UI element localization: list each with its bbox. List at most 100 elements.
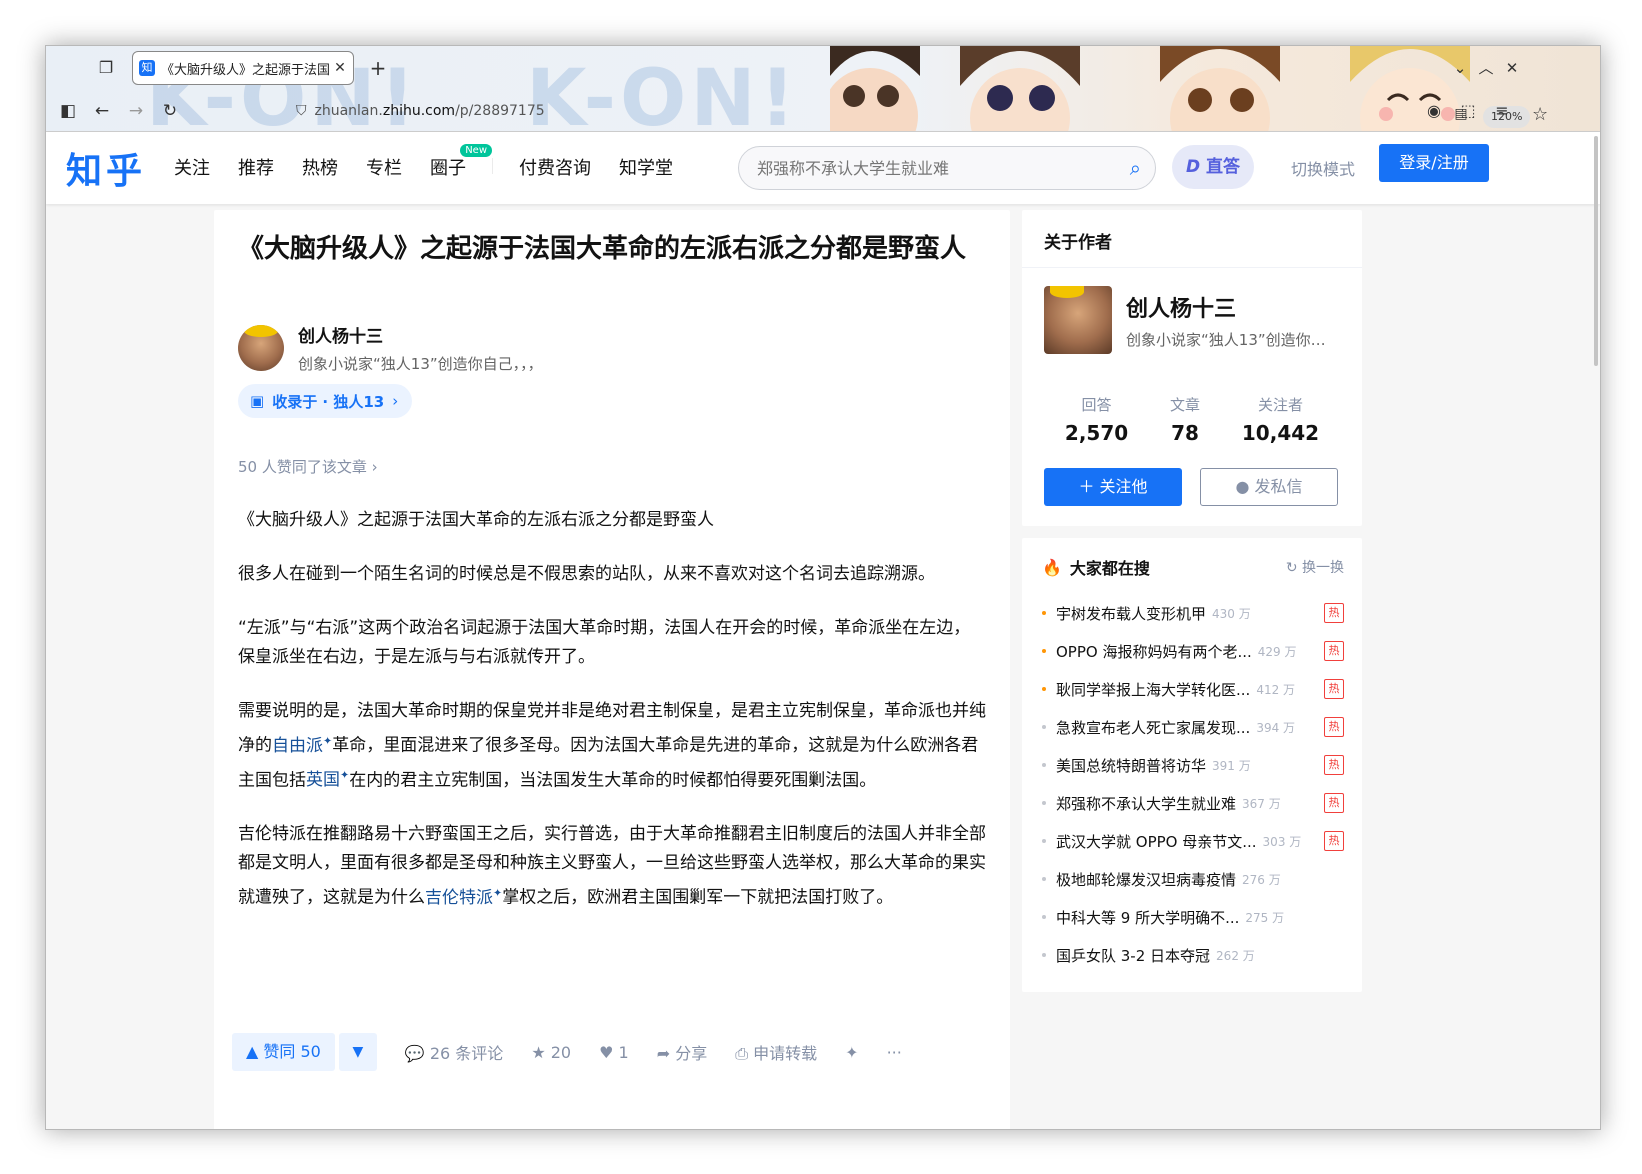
bookmark-star-icon[interactable]: ☆: [1532, 104, 1548, 125]
url-bar[interactable]: ⛉ zhuanlan.zhihu.com/p/28897175 ▤ 120% ☆: [296, 96, 1548, 128]
browser-chrome: K-ON! K-ON! ❐ 知 《大脑升级人》之起源于法国 ✕ + ⌄ ︿ ✕ …: [46, 46, 1600, 132]
forward-icon[interactable]: →: [124, 99, 148, 123]
list-item[interactable]: OPPO 海报称妈妈有两个老... 429 万热: [1042, 632, 1344, 670]
follow-button[interactable]: ＋ 关注他: [1044, 468, 1182, 506]
page-scrollbar[interactable]: [1594, 136, 1598, 366]
bookmark-icon: ▣: [250, 392, 265, 410]
minimize-icon[interactable]: ︿: [1474, 56, 1498, 80]
zhida-logo-icon: 𝘿: [1185, 157, 1207, 177]
nav-column[interactable]: 专栏: [366, 154, 402, 180]
login-button[interactable]: 登录/注册: [1379, 144, 1489, 182]
reprint-icon: ⎙: [735, 1044, 749, 1063]
zhida-button[interactable]: 𝘿 直答: [1172, 145, 1254, 189]
hot-badge: 热: [1324, 831, 1344, 851]
sidebar-toggle-icon[interactable]: ◧: [56, 99, 80, 123]
comments-button[interactable]: 💬 26 条评论: [405, 1040, 503, 1064]
article-body: 《大脑升级人》之起源于法国大革命的左派右派之分都是野蛮人 很多人在碰到一个陌生名…: [238, 506, 986, 938]
switch-mode-button[interactable]: 切换模式: [1291, 156, 1355, 180]
list-item[interactable]: 耿同学举报上海大学转化医... 412 万热: [1042, 670, 1344, 708]
stat-answers[interactable]: 回答 2,570: [1065, 394, 1128, 445]
list-item[interactable]: 美国总统特朗普将访华 391 万热: [1042, 746, 1344, 784]
chevron-down-icon[interactable]: ⌄: [1448, 56, 1472, 80]
like-button[interactable]: ♥ 1: [599, 1043, 629, 1062]
list-item[interactable]: 武汉大学就 OPPO 母亲节文... 303 万热: [1042, 822, 1344, 860]
about-info: 创人杨十三 创象小说家“独人13”创造你自己，，，: [1126, 291, 1326, 350]
refresh-button[interactable]: ↻ 换一换: [1286, 557, 1344, 577]
nav-follow[interactable]: 关注: [174, 154, 210, 180]
vote-down-button[interactable]: ▼: [338, 1033, 377, 1071]
hot-badge: 热: [1324, 793, 1344, 813]
collection-tag[interactable]: ▣ 收录于 · 独人13 ›: [238, 384, 413, 418]
list-item[interactable]: 郑强称不承认大学生就业难 367 万热: [1042, 784, 1344, 822]
about-author: 创人杨十三 创象小说家“独人13”创造你自己，，，: [1044, 286, 1326, 354]
author-bio: 创象小说家“独人13”创造你自己，，，: [298, 355, 543, 373]
list-item[interactable]: 宇树发布载人变形机甲 430 万热: [1042, 594, 1344, 632]
author-name[interactable]: 创人杨十三: [298, 322, 543, 347]
share-button[interactable]: ➦ 分享: [657, 1040, 708, 1064]
hot-search-title: 大家都在搜: [1069, 559, 1150, 578]
keyword-link[interactable]: 自由派✦: [272, 734, 332, 756]
paragraph: 很多人在碰到一个陌生名词的时候总是不假思索的站队，从来不喜欢对这个名词去追踪溯源…: [238, 564, 935, 584]
new-badge: New: [460, 144, 492, 157]
share-icon: ➦: [656, 1044, 671, 1063]
chat-bubble-icon: ●: [1235, 477, 1250, 496]
nav-divider: [492, 158, 493, 174]
tab-list-icon[interactable]: ❐: [94, 56, 118, 80]
message-button[interactable]: ● 发私信: [1200, 468, 1338, 506]
zhihu-favicon-icon: 知: [139, 60, 155, 76]
zhihu-logo[interactable]: 知乎: [66, 142, 146, 194]
nav-circle[interactable]: 圈子 New: [430, 144, 492, 180]
fire-icon: 🔥: [1042, 557, 1062, 577]
about-title: 关于作者: [1022, 210, 1362, 268]
search-box: ⌕: [738, 146, 1156, 190]
paragraph: 吉伦特派在推翻路易十六野蛮国王之后，实行普选，由于大革命推翻君主旧制度后的法国人…: [238, 824, 986, 908]
ai-sparkle-icon[interactable]: ✦: [845, 1043, 858, 1062]
active-tab[interactable]: 知 《大脑升级人》之起源于法国 ✕: [132, 51, 354, 85]
hot-search-header: 🔥 大家都在搜 ↻ 换一换: [1042, 554, 1344, 580]
nav-hot[interactable]: 热榜: [302, 154, 338, 180]
list-item[interactable]: 极地邮轮爆发汉坦病毒疫情 276 万: [1042, 860, 1344, 898]
close-window-icon[interactable]: ✕: [1500, 56, 1524, 80]
site-security-icon[interactable]: ⛉: [296, 103, 307, 119]
account-icon[interactable]: ◉: [1422, 99, 1446, 123]
reprint-button[interactable]: ⎙ 申请转载: [735, 1040, 817, 1064]
keyword-link[interactable]: 吉伦特派✦: [425, 886, 502, 908]
search-icon[interactable]: ⌕: [1130, 156, 1141, 180]
close-tab-icon[interactable]: ✕: [333, 60, 347, 76]
nav-recommend[interactable]: 推荐: [238, 154, 274, 180]
avatar[interactable]: [238, 325, 284, 371]
url-text: zhuanlan.zhihu.com/p/28897175: [314, 103, 545, 119]
back-icon[interactable]: ←: [90, 99, 114, 123]
vote-up-button[interactable]: ▲ 赞同 50: [232, 1033, 335, 1071]
list-item[interactable]: 国乒女队 3-2 日本夺冠 262 万: [1042, 936, 1344, 974]
list-item[interactable]: 急救宣布老人死亡家属发现... 394 万热: [1042, 708, 1344, 746]
list-item[interactable]: 中科大等 9 所大学明确不... 275 万: [1042, 898, 1344, 936]
new-tab-icon[interactable]: +: [366, 56, 390, 80]
article-actions: ▲ 赞同 50 ▼ 💬 26 条评论 ★ 20 ♥ 1 ➦ 分享 ⎙ 申请转载 …: [232, 1032, 902, 1072]
about-author-card: 关于作者 创人杨十三 创象小说家“独人13”创造你自己，，， 回答 2,570 …: [1022, 210, 1362, 526]
reload-icon[interactable]: ↻: [158, 99, 182, 123]
paragraph: 《大脑升级人》之起源于法国大革命的左派右派之分都是野蛮人: [238, 510, 714, 530]
stat-followers[interactable]: 关注者 10,442: [1242, 394, 1319, 445]
more-button[interactable]: ···: [887, 1043, 902, 1062]
nav-zhixuetang[interactable]: 知学堂: [619, 154, 673, 180]
main-nav: 关注 推荐 热榜 专栏 圈子 New 付费咨询 知学堂: [174, 144, 701, 180]
address-row: ◧ ← → ↻ ⛉ zhuanlan.zhihu.com/p/28897175 …: [46, 90, 1600, 131]
article-title: 《大脑升级人》之起源于法国大革命的左派右派之分都是野蛮人: [238, 234, 967, 264]
about-author-name[interactable]: 创人杨十三: [1126, 291, 1326, 323]
nav-paid-consult[interactable]: 付费咨询: [519, 154, 591, 180]
voters-link[interactable]: 50 人赞同了该文章 ›: [238, 456, 378, 477]
chevron-right-icon: ›: [392, 392, 399, 410]
keyword-link[interactable]: 英国✦: [306, 769, 349, 791]
stat-articles[interactable]: 文章 78: [1170, 394, 1200, 445]
favorite-button[interactable]: ★ 20: [531, 1043, 571, 1062]
menu-icon[interactable]: ≡: [1490, 99, 1514, 123]
author-row: 创人杨十三 创象小说家“独人13”创造你自己，，，: [238, 322, 543, 374]
avatar[interactable]: [1044, 286, 1112, 354]
heart-icon: ♥: [599, 1042, 614, 1062]
extensions-icon[interactable]: ⬚: [1456, 99, 1480, 123]
hot-badge: 热: [1324, 603, 1344, 623]
tab-strip: ❐ 知 《大脑升级人》之起源于法国 ✕ + ⌄ ︿ ✕: [46, 46, 1600, 90]
paragraph: “左派”与“右派”这两个政治名词起源于法国大革命时期，法国人在开会的时候，革命派…: [238, 618, 971, 667]
search-input[interactable]: [757, 158, 1130, 178]
